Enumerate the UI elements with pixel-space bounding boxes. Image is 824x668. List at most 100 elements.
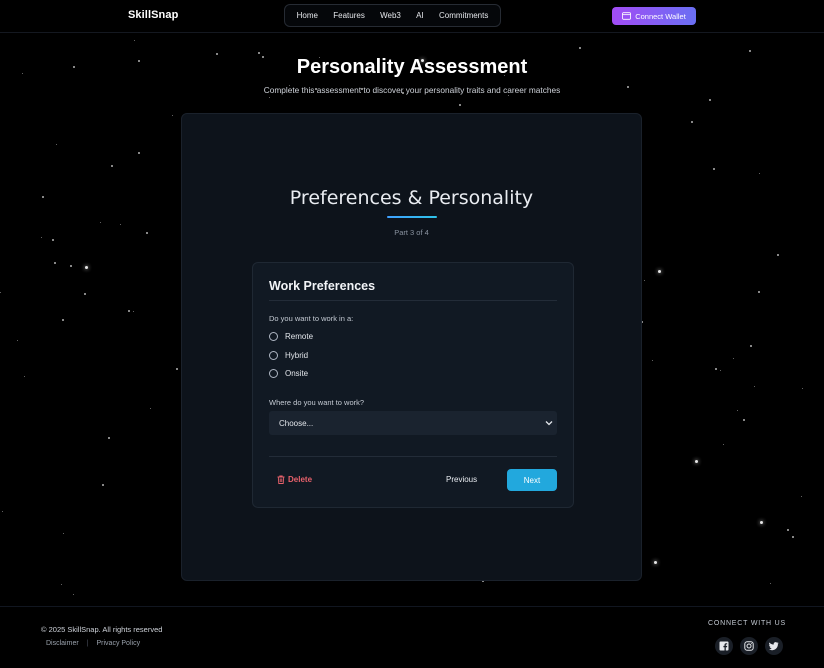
star-dot (176, 368, 178, 370)
nav-commitments[interactable]: Commitments (439, 11, 488, 20)
star-dot (134, 40, 135, 41)
connect-wallet-button[interactable]: Connect Wallet (612, 7, 696, 25)
card-divider-bottom (269, 456, 557, 457)
star-dot (658, 270, 661, 273)
top-navbar: SkillSnap Home Features Web3 AI Commitme… (0, 0, 824, 33)
previous-button[interactable]: Previous (446, 475, 477, 484)
radio-label: Remote (285, 332, 314, 341)
star-dot (0, 292, 1, 293)
page-title: Personality Assessment (296, 56, 528, 78)
star-dot (128, 310, 130, 312)
radio-hybrid[interactable]: Hybrid (269, 351, 308, 360)
star-dot (17, 340, 18, 341)
star-dot (56, 144, 57, 145)
star-dot (73, 594, 74, 595)
nav-features[interactable]: Features (333, 11, 365, 20)
radio-label: Onsite (285, 369, 309, 378)
wallet-icon (622, 12, 632, 20)
star-dot (102, 484, 104, 486)
star-dot (24, 376, 25, 377)
nav-home[interactable]: Home (297, 11, 318, 20)
star-dot (759, 173, 760, 174)
star-dot (792, 536, 794, 538)
star-dot (713, 168, 715, 170)
chevron-down-icon (545, 421, 553, 426)
star-dot (654, 561, 657, 564)
radio-remote[interactable]: Remote (269, 332, 313, 341)
star-dot (70, 265, 72, 267)
delete-label: Delete (288, 475, 313, 484)
star-dot (760, 521, 763, 524)
brand-logo[interactable]: SkillSnap (128, 9, 178, 21)
star-dot (111, 165, 113, 167)
star-dot (802, 388, 803, 389)
star-dot (269, 97, 270, 98)
star-dot (754, 386, 755, 387)
star-dot (770, 583, 771, 584)
link-separator: | (86, 640, 89, 647)
star-dot (749, 50, 751, 52)
star-dot (85, 266, 88, 269)
star-dot (459, 104, 461, 106)
star-dot (52, 239, 54, 241)
star-dot (750, 345, 752, 347)
progress-text: Part 3 of 4 (394, 228, 429, 237)
disclaimer-link[interactable]: Disclaimer (46, 640, 79, 647)
star-dot (801, 496, 802, 497)
radio-circle (269, 332, 278, 341)
radio-circle (269, 351, 278, 360)
star-dot (120, 224, 121, 225)
star-dot (41, 237, 42, 238)
star-dot (579, 47, 581, 49)
star-dot (138, 152, 140, 154)
star-dot (644, 280, 645, 281)
radio-label: Hybrid (285, 351, 309, 360)
location-select[interactable]: Choose... (269, 411, 557, 435)
star-dot (133, 311, 134, 312)
star-dot (691, 121, 693, 123)
privacy-policy-link[interactable]: Privacy Policy (97, 640, 141, 647)
star-dot (723, 444, 724, 445)
star-dot (216, 53, 218, 55)
next-label: Next (523, 475, 541, 485)
star-dot (61, 584, 62, 585)
star-dot (508, 95, 509, 96)
radio-onsite[interactable]: Onsite (269, 369, 308, 378)
star-dot (146, 232, 148, 234)
location-question: Where do you want to work? (269, 398, 365, 407)
star-dot (62, 319, 64, 321)
instagram-icon[interactable] (740, 637, 758, 655)
star-dot (258, 52, 260, 54)
star-dot (652, 360, 653, 361)
star-dot (100, 222, 101, 223)
star-dot (695, 460, 698, 463)
facebook-icon[interactable] (715, 637, 733, 655)
twitter-icon[interactable] (765, 637, 783, 655)
star-dot (720, 370, 721, 371)
star-dot (787, 529, 789, 531)
star-dot (715, 368, 717, 370)
star-dot (84, 293, 86, 295)
main-nav: Home Features Web3 AI Commitments (284, 4, 501, 27)
copyright-text: © 2025 SkillSnap. All rights reserved (41, 625, 163, 634)
nav-web3[interactable]: Web3 (380, 11, 401, 20)
select-value: Choose... (279, 418, 314, 428)
nav-ai[interactable]: AI (416, 11, 424, 20)
star-dot (2, 511, 3, 512)
connect-heading: CONNECT WITH US (708, 620, 786, 627)
assessment-panel: Preferences & Personality Part 3 of 4 Wo… (181, 113, 642, 581)
trash-icon (277, 475, 285, 484)
star-dot (709, 99, 711, 101)
star-dot (150, 408, 151, 409)
star-dot (108, 437, 110, 439)
star-dot (737, 410, 738, 411)
title-underline (387, 216, 437, 218)
footer-links: Disclaimer | Privacy Policy (46, 640, 140, 647)
card-divider (269, 300, 557, 301)
star-dot (733, 358, 734, 359)
next-button[interactable]: Next (507, 469, 557, 491)
work-mode-question: Do you want to work in a: (269, 314, 354, 323)
star-dot (172, 115, 173, 116)
delete-button[interactable]: Delete (277, 475, 312, 484)
work-preferences-card: Work Preferences Do you want to work in … (252, 262, 574, 508)
